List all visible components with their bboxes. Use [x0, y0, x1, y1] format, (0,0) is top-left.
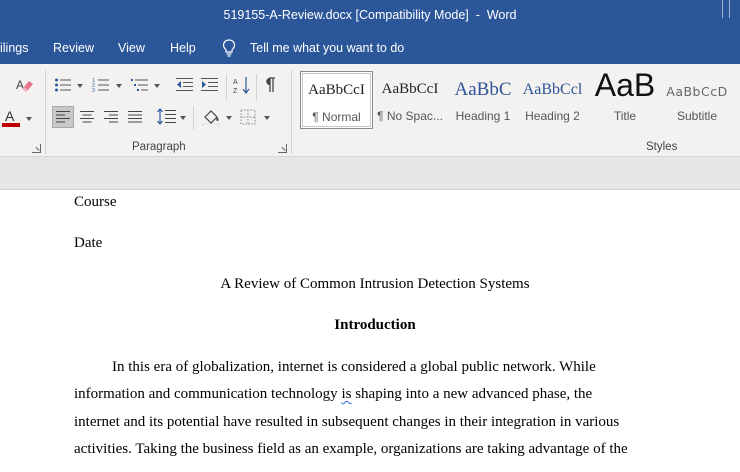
style-no-spacing[interactable]: AaBbCcI ¶ No Spac... [375, 71, 445, 129]
svg-text:A: A [233, 79, 238, 86]
shading-dropdown[interactable] [226, 116, 232, 120]
date-line: Date [74, 235, 103, 251]
numbering-icon[interactable]: 1 2 3 [92, 77, 110, 93]
style-name: Heading 2 [525, 109, 580, 123]
sort-icon[interactable]: A Z [233, 76, 251, 94]
document-page[interactable]: Course Date A Review of Common Intrusion… [0, 190, 740, 472]
style-sample: AaB [594, 67, 656, 103]
style-heading-2[interactable]: AaBbCcl Heading 2 [521, 71, 584, 129]
style-normal[interactable]: AaBbCcI ¶ Normal [300, 71, 373, 129]
style-name: Title [613, 109, 637, 123]
paragraph-line: information and communication technology… [74, 386, 592, 403]
paragraph-line: internet and its potential have resulted… [74, 414, 620, 430]
align-right-icon[interactable] [104, 110, 118, 124]
group-separator [291, 70, 292, 154]
group-separator [256, 74, 257, 100]
svg-text:Z: Z [233, 88, 238, 94]
align-left-icon [56, 111, 70, 123]
group-separator [45, 70, 46, 154]
style-sample: AaBbCcI [381, 81, 439, 97]
line-spacing-icon[interactable] [157, 108, 177, 126]
style-name: Heading 1 [455, 109, 511, 123]
style-sample: AaBbCcI [308, 82, 365, 98]
style-name: Subtitle [676, 109, 718, 123]
tell-me-search[interactable]: Tell me what you want to do [250, 41, 404, 55]
font-dialog-launcher[interactable] [32, 144, 41, 153]
section-heading: Introduction [334, 317, 416, 333]
group-separator [193, 106, 194, 130]
svg-text:A: A [5, 108, 15, 124]
style-title[interactable]: AaB Title [590, 67, 660, 129]
pilcrow-icon[interactable] [263, 77, 277, 93]
style-name: ¶ No Spac... [377, 109, 443, 123]
svg-text:A: A [16, 78, 24, 92]
styles-group-label: Styles [646, 141, 678, 153]
style-subtitle[interactable]: AaBbCcD Subtitle [662, 71, 732, 129]
tab-view[interactable]: View [118, 41, 145, 55]
shading-icon[interactable] [202, 108, 222, 126]
line-spacing-dropdown[interactable] [180, 116, 186, 120]
paragraph-dialog-launcher[interactable] [278, 144, 287, 153]
grammar-flag[interactable]: is [341, 386, 351, 402]
menu-bar: ilings Review View Help Tell me what you… [0, 32, 740, 64]
paragraph-line: activities. Taking the business field as… [74, 441, 628, 457]
course-line: Course [74, 194, 117, 210]
increase-indent-icon[interactable] [201, 77, 219, 93]
title-bar: 519155-A-Review.docx [Compatibility Mode… [0, 0, 740, 32]
align-left-button[interactable] [52, 106, 74, 128]
svg-text:3: 3 [92, 88, 95, 93]
font-color-icon[interactable]: A [2, 108, 22, 128]
window-title: 519155-A-Review.docx [Compatibility Mode… [223, 8, 517, 22]
decrease-indent-icon[interactable] [176, 77, 194, 93]
tab-review[interactable]: Review [53, 41, 94, 55]
style-sample: AaBbCcl [522, 81, 583, 98]
multilevel-list-icon[interactable] [131, 77, 149, 93]
align-center-icon[interactable] [80, 110, 94, 124]
ruler-strip [0, 157, 740, 190]
numbering-dropdown[interactable] [116, 84, 122, 88]
text-run: information and communication technology [74, 386, 342, 402]
style-sample: AaBbCcD [666, 84, 728, 99]
justify-icon[interactable] [128, 110, 142, 124]
bullets-dropdown[interactable] [77, 84, 83, 88]
font-color-dropdown[interactable] [26, 117, 32, 121]
borders-dropdown[interactable] [264, 116, 270, 120]
borders-icon[interactable] [240, 109, 256, 125]
group-separator [226, 74, 227, 100]
lightbulb-icon [222, 39, 236, 57]
text-run: shaping into a new advanced phase, the [351, 386, 593, 402]
style-heading-1[interactable]: AaBbC Heading 1 [447, 71, 519, 129]
styles-gallery: AaBbCcI ¶ Normal AaBbCcI ¶ No Spac... Aa… [300, 67, 740, 131]
paragraph-line: In this era of globalization, internet i… [112, 359, 596, 375]
style-name: ¶ Normal [312, 110, 361, 124]
style-sample: AaBbC [454, 79, 512, 100]
scroll-edge [722, 0, 730, 18]
clear-formatting-icon[interactable]: A [16, 77, 34, 93]
document-title: A Review of Common Intrusion Detection S… [220, 276, 530, 292]
tab-mailings[interactable]: ilings [0, 41, 29, 55]
ribbon: A A 1 2 3 A Z Paragraph AaBbCcI ¶ Normal… [0, 64, 740, 157]
paragraph-group-label: Paragraph [132, 141, 186, 153]
tab-help[interactable]: Help [170, 41, 196, 55]
multilevel-dropdown[interactable] [154, 84, 160, 88]
bullets-icon[interactable] [54, 77, 72, 93]
